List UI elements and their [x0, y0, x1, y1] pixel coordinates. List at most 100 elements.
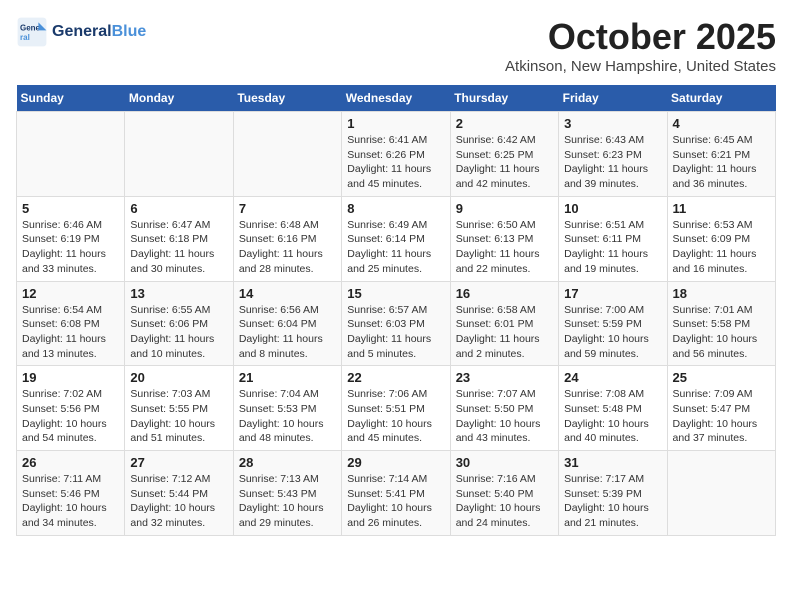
day-cell-5: 5 Sunrise: 6:46 AM Sunset: 6:19 PM Daylig…: [17, 196, 125, 281]
day-number: 20: [130, 370, 227, 385]
day-cell-18: 18 Sunrise: 7:01 AM Sunset: 5:58 PM Dayli…: [667, 281, 775, 366]
day-number: 28: [239, 455, 336, 470]
day-cell-30: 30 Sunrise: 7:16 AM Sunset: 5:40 PM Dayli…: [450, 451, 558, 536]
day-number: 1: [347, 116, 444, 131]
day-cell-27: 27Sunrise: 7:12 AM Sunset: 5:44 PM Dayli…: [125, 451, 233, 536]
day-number: 18: [673, 286, 770, 301]
day-cell-26: 26 Sunrise: 7:11 AM Sunset: 5:46 PM Dayli…: [17, 451, 125, 536]
logo: Gene ral GeneralBlue: [16, 16, 146, 48]
day-number: 5: [22, 201, 119, 216]
day-info: Sunrise: 6:42 AM Sunset: 6:25 PM Dayligh…: [456, 133, 553, 192]
day-info: Sunrise: 6:57 AM Sunset: 6:03 PM Dayligh…: [347, 303, 444, 362]
day-cell-10: 10Sunrise: 6:51 AM Sunset: 6:11 PM Dayli…: [559, 196, 667, 281]
day-info: Sunrise: 6:50 AM Sunset: 6:13 PM Dayligh…: [456, 218, 553, 277]
day-cell-25: 25 Sunrise: 7:09 AM Sunset: 5:47 PM Dayli…: [667, 366, 775, 451]
day-number: 13: [130, 286, 227, 301]
page-header: Gene ral GeneralBlue October 2025 Atkins…: [16, 16, 776, 75]
day-number: 16: [456, 286, 553, 301]
day-cell-15: 15 Sunrise: 6:57 AM Sunset: 6:03 PM Dayli…: [342, 281, 450, 366]
week-row-5: 26 Sunrise: 7:11 AM Sunset: 5:46 PM Dayli…: [17, 451, 776, 536]
day-number: 17: [564, 286, 661, 301]
logo-text: GeneralBlue: [52, 22, 146, 41]
day-info: Sunrise: 6:46 AM Sunset: 6:19 PM Dayligh…: [22, 218, 119, 277]
day-number: 24: [564, 370, 661, 385]
day-number: 8: [347, 201, 444, 216]
day-number: 3: [564, 116, 661, 131]
day-cell-23: 23 Sunrise: 7:07 AM Sunset: 5:50 PM Dayli…: [450, 366, 558, 451]
day-cell-1: 1 Sunrise: 6:41 AM Sunset: 6:26 PM Daylig…: [342, 112, 450, 197]
day-cell-7: 7 Sunrise: 6:48 AM Sunset: 6:16 PM Daylig…: [233, 196, 341, 281]
location: Atkinson, New Hampshire, United States: [505, 58, 776, 75]
logo-icon: Gene ral: [16, 16, 48, 48]
day-info: Sunrise: 7:13 AM Sunset: 5:43 PM Dayligh…: [239, 472, 336, 531]
day-number: 15: [347, 286, 444, 301]
day-info: Sunrise: 6:55 AM Sunset: 6:06 PM Dayligh…: [130, 303, 227, 362]
day-cell-4: 4 Sunrise: 6:45 AM Sunset: 6:21 PM Daylig…: [667, 112, 775, 197]
day-info: Sunrise: 7:01 AM Sunset: 5:58 PM Dayligh…: [673, 303, 770, 362]
svg-text:Gene: Gene: [20, 23, 41, 32]
day-info: Sunrise: 7:14 AM Sunset: 5:41 PM Dayligh…: [347, 472, 444, 531]
weekday-wednesday: Wednesday: [342, 85, 450, 112]
weekday-monday: Monday: [125, 85, 233, 112]
week-row-3: 12 Sunrise: 6:54 AM Sunset: 6:08 PM Dayli…: [17, 281, 776, 366]
day-number: 22: [347, 370, 444, 385]
day-number: 19: [22, 370, 119, 385]
day-number: 12: [22, 286, 119, 301]
day-info: Sunrise: 7:03 AM Sunset: 5:55 PM Dayligh…: [130, 387, 227, 446]
day-number: 7: [239, 201, 336, 216]
weekday-tuesday: Tuesday: [233, 85, 341, 112]
day-cell-19: 19Sunrise: 7:02 AM Sunset: 5:56 PM Dayli…: [17, 366, 125, 451]
month-title: October 2025: [505, 16, 776, 58]
day-info: Sunrise: 6:47 AM Sunset: 6:18 PM Dayligh…: [130, 218, 227, 277]
day-cell-6: 6 Sunrise: 6:47 AM Sunset: 6:18 PM Daylig…: [125, 196, 233, 281]
day-cell-8: 8 Sunrise: 6:49 AM Sunset: 6:14 PM Daylig…: [342, 196, 450, 281]
day-info: Sunrise: 7:08 AM Sunset: 5:48 PM Dayligh…: [564, 387, 661, 446]
day-info: Sunrise: 7:07 AM Sunset: 5:50 PM Dayligh…: [456, 387, 553, 446]
empty-cell: [125, 112, 233, 197]
day-info: Sunrise: 6:56 AM Sunset: 6:04 PM Dayligh…: [239, 303, 336, 362]
day-number: 29: [347, 455, 444, 470]
day-cell-28: 28 Sunrise: 7:13 AM Sunset: 5:43 PM Dayli…: [233, 451, 341, 536]
day-number: 9: [456, 201, 553, 216]
day-number: 10: [564, 201, 661, 216]
day-number: 14: [239, 286, 336, 301]
day-info: Sunrise: 6:54 AM Sunset: 6:08 PM Dayligh…: [22, 303, 119, 362]
day-cell-2: 2Sunrise: 6:42 AM Sunset: 6:25 PM Daylig…: [450, 112, 558, 197]
day-info: Sunrise: 7:09 AM Sunset: 5:47 PM Dayligh…: [673, 387, 770, 446]
day-cell-13: 13 Sunrise: 6:55 AM Sunset: 6:06 PM Dayli…: [125, 281, 233, 366]
week-row-2: 5 Sunrise: 6:46 AM Sunset: 6:19 PM Daylig…: [17, 196, 776, 281]
weekday-header-row: SundayMondayTuesdayWednesdayThursdayFrid…: [17, 85, 776, 112]
title-area: October 2025 Atkinson, New Hampshire, Un…: [505, 16, 776, 75]
day-number: 26: [22, 455, 119, 470]
day-cell-29: 29 Sunrise: 7:14 AM Sunset: 5:41 PM Dayli…: [342, 451, 450, 536]
day-info: Sunrise: 6:43 AM Sunset: 6:23 PM Dayligh…: [564, 133, 661, 192]
day-info: Sunrise: 6:48 AM Sunset: 6:16 PM Dayligh…: [239, 218, 336, 277]
day-info: Sunrise: 6:45 AM Sunset: 6:21 PM Dayligh…: [673, 133, 770, 192]
day-number: 6: [130, 201, 227, 216]
day-info: Sunrise: 6:41 AM Sunset: 6:26 PM Dayligh…: [347, 133, 444, 192]
weekday-saturday: Saturday: [667, 85, 775, 112]
day-info: Sunrise: 7:17 AM Sunset: 5:39 PM Dayligh…: [564, 472, 661, 531]
day-cell-21: 21Sunrise: 7:04 AM Sunset: 5:53 PM Dayli…: [233, 366, 341, 451]
day-cell-24: 24 Sunrise: 7:08 AM Sunset: 5:48 PM Dayli…: [559, 366, 667, 451]
day-info: Sunrise: 6:49 AM Sunset: 6:14 PM Dayligh…: [347, 218, 444, 277]
day-info: Sunrise: 7:16 AM Sunset: 5:40 PM Dayligh…: [456, 472, 553, 531]
week-row-1: 1 Sunrise: 6:41 AM Sunset: 6:26 PM Daylig…: [17, 112, 776, 197]
day-cell-9: 9 Sunrise: 6:50 AM Sunset: 6:13 PM Daylig…: [450, 196, 558, 281]
day-number: 4: [673, 116, 770, 131]
day-info: Sunrise: 7:12 AM Sunset: 5:44 PM Dayligh…: [130, 472, 227, 531]
day-number: 25: [673, 370, 770, 385]
weekday-thursday: Thursday: [450, 85, 558, 112]
day-info: Sunrise: 7:00 AM Sunset: 5:59 PM Dayligh…: [564, 303, 661, 362]
day-cell-17: 17 Sunrise: 7:00 AM Sunset: 5:59 PM Dayli…: [559, 281, 667, 366]
day-cell-31: 31 Sunrise: 7:17 AM Sunset: 5:39 PM Dayli…: [559, 451, 667, 536]
empty-cell: [233, 112, 341, 197]
day-number: 23: [456, 370, 553, 385]
day-number: 31: [564, 455, 661, 470]
day-info: Sunrise: 7:11 AM Sunset: 5:46 PM Dayligh…: [22, 472, 119, 531]
weekday-friday: Friday: [559, 85, 667, 112]
day-number: 30: [456, 455, 553, 470]
day-number: 11: [673, 201, 770, 216]
day-info: Sunrise: 7:04 AM Sunset: 5:53 PM Dayligh…: [239, 387, 336, 446]
day-info: Sunrise: 7:06 AM Sunset: 5:51 PM Dayligh…: [347, 387, 444, 446]
